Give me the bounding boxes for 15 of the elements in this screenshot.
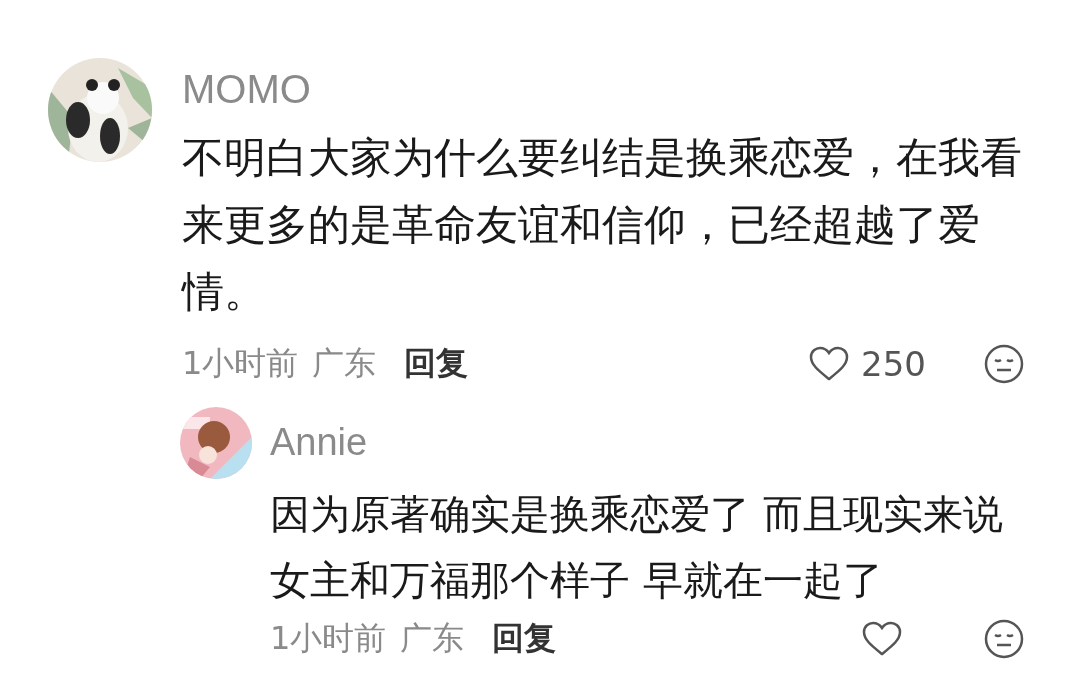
comment-text: 不明白大家为什么要纠结是换乘恋爱，在我看来更多的是革命友谊和信仰，已经超越了爱情。 [182,132,1023,318]
reply-link[interactable]: 回复 [492,617,557,661]
reply-link[interactable]: 回复 [404,342,469,386]
like-count: 250 [861,344,926,384]
comment-location: 广东 [400,618,465,659]
dislike-face-icon[interactable] [984,344,1024,384]
comment-time: 1小时前 [270,618,387,659]
comment-location: 广东 [312,343,377,384]
user-name: Annie [270,420,369,465]
heart-icon[interactable] [862,621,902,657]
comment-time: 1小时前 [182,343,299,384]
user-name: MOMO [182,66,312,113]
comment-text: 因为原著确实是换乘恋爱了 而且现实来说女主和万福那个样子 早就在一起了 [270,490,1004,605]
heart-icon[interactable] [809,346,850,382]
dislike-face-icon[interactable] [984,619,1024,659]
